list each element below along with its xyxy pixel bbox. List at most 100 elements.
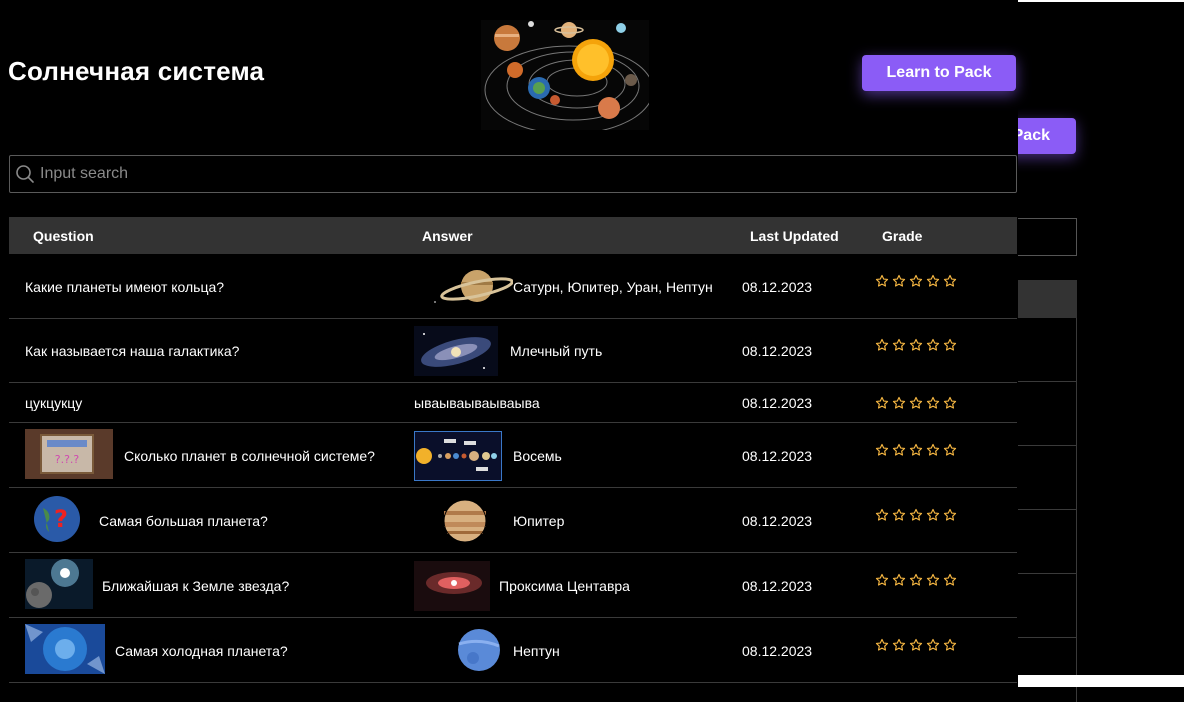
answer-text: Проксима Центавра [499, 577, 630, 594]
star-outline-icon[interactable] [892, 508, 906, 522]
answer-text: Сатурн, Юпитер, Уран, Нептун [513, 278, 713, 295]
search-icon [10, 156, 40, 192]
star-outline-icon[interactable] [892, 443, 906, 457]
star-outline-icon[interactable] [943, 274, 957, 288]
page-title: Солнечная система [8, 56, 265, 86]
answer-image-neptune [433, 625, 513, 676]
answer-image-saturn [427, 261, 513, 312]
question-text: Сколько планет в солнечной системе? [124, 447, 375, 464]
question-cell [25, 553, 93, 618]
star-outline-icon[interactable] [892, 573, 906, 587]
star-outline-icon[interactable] [892, 396, 906, 410]
answer-image-proxima [414, 560, 490, 611]
star-outline-icon[interactable] [926, 573, 940, 587]
table-row[interactable]: Самая холодная планета? Нептун 08.12.2023 [9, 618, 1017, 683]
table-header: Question Answer Last Updated Grade [9, 217, 1017, 254]
star-outline-icon[interactable] [909, 638, 923, 652]
question-image-ice [25, 624, 105, 677]
question-image-question-card: ?.?.? [25, 429, 113, 482]
star-outline-icon[interactable] [909, 443, 923, 457]
star-outline-icon[interactable] [943, 396, 957, 410]
star-outline-icon[interactable] [926, 274, 940, 288]
table-row[interactable]: цукцукцу ываываываываыва 08.12.2023 [9, 383, 1017, 423]
column-question[interactable]: Question [33, 228, 94, 244]
grade-rating [875, 313, 957, 377]
star-outline-icon[interactable] [943, 638, 957, 652]
star-outline-icon[interactable] [892, 638, 906, 652]
svg-text:?.?.?: ?.?.? [55, 453, 80, 466]
last-updated-text: 08.12.2023 [742, 278, 813, 295]
column-last-updated[interactable]: Last Updated [750, 228, 839, 244]
grade-rating [875, 248, 957, 313]
question-text: цукцукцу [25, 395, 83, 411]
table-row[interactable]: ?.?.? Сколько планет в солнечной системе?… [9, 423, 1017, 488]
pack-panel: Солнечная система Learn to Pack Input se… [0, 0, 1018, 687]
last-updated-text: 08.12.2023 [742, 447, 813, 464]
star-outline-icon[interactable] [909, 396, 923, 410]
star-outline-icon[interactable] [943, 508, 957, 522]
star-outline-icon[interactable] [875, 396, 889, 410]
learn-to-pack-button[interactable]: Learn to Pack [862, 55, 1016, 91]
grade-rating [875, 417, 957, 482]
answer-text: Юпитер [513, 512, 565, 529]
last-updated-text: 08.12.2023 [742, 343, 813, 359]
question-cell: ?.?.? [25, 423, 113, 488]
grade-rating [875, 482, 957, 547]
star-outline-icon[interactable] [926, 338, 940, 352]
table-row[interactable]: ? Самая большая планета? Юпитер 08.12.2023 [9, 488, 1017, 553]
column-grade[interactable]: Grade [882, 228, 922, 244]
star-outline-icon[interactable] [926, 443, 940, 457]
last-updated-text: 08.12.2023 [742, 642, 813, 659]
table-row[interactable]: Ближайшая к Земле звезда? Проксима Центав… [9, 553, 1017, 618]
star-outline-icon[interactable] [875, 508, 889, 522]
question-image-space-star [25, 559, 93, 612]
star-outline-icon[interactable] [926, 638, 940, 652]
star-outline-icon[interactable] [943, 338, 957, 352]
column-answer[interactable]: Answer [422, 228, 473, 244]
star-outline-icon[interactable] [892, 338, 906, 352]
answer-image-galaxy [414, 326, 498, 376]
search-box[interactable] [9, 155, 1017, 193]
edge-strip-top [1018, 0, 1184, 2]
question-image-earth-question: ? [25, 494, 87, 547]
cards-table: Question Answer Last Updated Grade Какие… [9, 217, 1017, 683]
star-outline-icon[interactable] [909, 508, 923, 522]
answer-text: Млечный путь [510, 343, 603, 359]
edge-strip-bottom [1018, 675, 1184, 687]
question-cell: ? [25, 488, 87, 553]
answer-image-jupiter [423, 495, 507, 546]
star-outline-icon[interactable] [909, 274, 923, 288]
star-outline-icon[interactable] [892, 274, 906, 288]
search-input[interactable] [40, 157, 1016, 191]
grade-rating [875, 612, 957, 677]
star-outline-icon[interactable] [926, 508, 940, 522]
pack-cover-image [481, 20, 649, 130]
last-updated-text: 08.12.2023 [742, 577, 813, 594]
star-outline-icon[interactable] [943, 573, 957, 587]
question-cell [25, 618, 105, 683]
last-updated-text: 08.12.2023 [742, 512, 813, 529]
question-text: Ближайшая к Земле звезда? [102, 577, 290, 594]
star-outline-icon[interactable] [909, 573, 923, 587]
answer-text: Восемь [513, 447, 562, 464]
star-outline-icon[interactable] [909, 338, 923, 352]
question-text: Какие планеты имеют кольца? [25, 278, 225, 295]
star-outline-icon[interactable] [875, 274, 889, 288]
star-outline-icon[interactable] [875, 573, 889, 587]
question-text: Самая большая планета? [99, 512, 268, 529]
svg-text:?: ? [54, 505, 68, 533]
table-row[interactable]: Как называется наша галактика? Млечный пу… [9, 319, 1017, 383]
last-updated-text: 08.12.2023 [742, 395, 813, 411]
table-body: Какие планеты имеют кольца? Сатурн, Юпите… [9, 254, 1017, 683]
answer-text: ываываываываыва [414, 395, 540, 411]
answer-image-solar-system-chart [414, 430, 502, 481]
question-text: Самая холодная планета? [115, 642, 288, 659]
star-outline-icon[interactable] [875, 638, 889, 652]
star-outline-icon[interactable] [875, 338, 889, 352]
star-outline-icon[interactable] [875, 443, 889, 457]
table-row[interactable]: Какие планеты имеют кольца? Сатурн, Юпите… [9, 254, 1017, 319]
question-text: Как называется наша галактика? [25, 343, 240, 359]
grade-rating [875, 547, 957, 612]
star-outline-icon[interactable] [926, 396, 940, 410]
star-outline-icon[interactable] [943, 443, 957, 457]
